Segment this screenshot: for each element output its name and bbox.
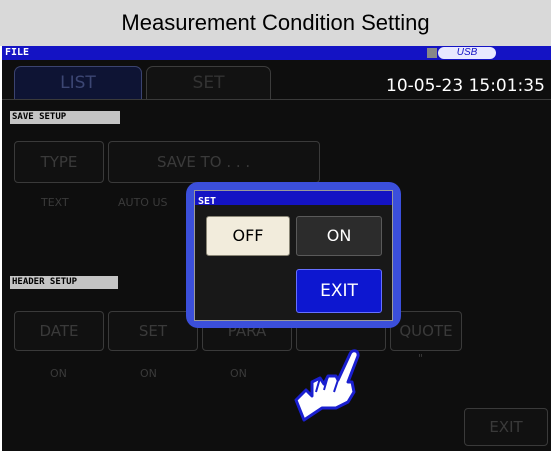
type-value: TEXT — [41, 196, 69, 209]
dialog-title-bar: SET — [195, 191, 392, 207]
save-to-value: AUTO US — [118, 196, 168, 209]
save-to-button[interactable]: SAVE TO . . . — [108, 141, 320, 183]
usb-indicator: USB — [427, 47, 496, 59]
date-button[interactable]: DATE — [14, 311, 104, 351]
tab-list[interactable]: LIST — [14, 66, 142, 100]
tab-divider — [2, 99, 551, 100]
set-value: ON — [140, 367, 157, 380]
type-button[interactable]: TYPE — [14, 141, 104, 183]
page-title: Measurement Condition Setting — [121, 10, 430, 35]
off-button[interactable]: OFF — [206, 216, 290, 256]
instrument-screen: FILE USB LIST SET 10-05-23 15:01:35 SAVE… — [2, 46, 551, 451]
set-dialog: SET OFF ON EXIT — [194, 190, 393, 321]
file-header-bar: FILE USB — [2, 46, 551, 60]
pointing-hand-icon — [294, 349, 360, 422]
para-value: ON — [230, 367, 247, 380]
page-title-bar: Measurement Condition Setting — [0, 0, 551, 46]
set-button[interactable]: SET — [108, 311, 198, 351]
save-setup-label: SAVE SETUP — [10, 111, 120, 124]
tab-set[interactable]: SET — [146, 66, 271, 100]
quote-value: " — [418, 352, 424, 365]
exit-button[interactable]: EXIT — [464, 408, 548, 446]
usb-icon — [427, 48, 437, 58]
dialog-title: SET — [198, 196, 217, 207]
file-label: FILE — [5, 47, 30, 58]
datetime-display: 10-05-23 15:01:35 — [386, 76, 545, 96]
date-value: ON — [50, 367, 67, 380]
on-button[interactable]: ON — [296, 216, 382, 256]
dialog-exit-button[interactable]: EXIT — [296, 269, 382, 313]
header-setup-label: HEADER SETUP — [10, 276, 118, 289]
usb-label: USB — [438, 47, 496, 59]
